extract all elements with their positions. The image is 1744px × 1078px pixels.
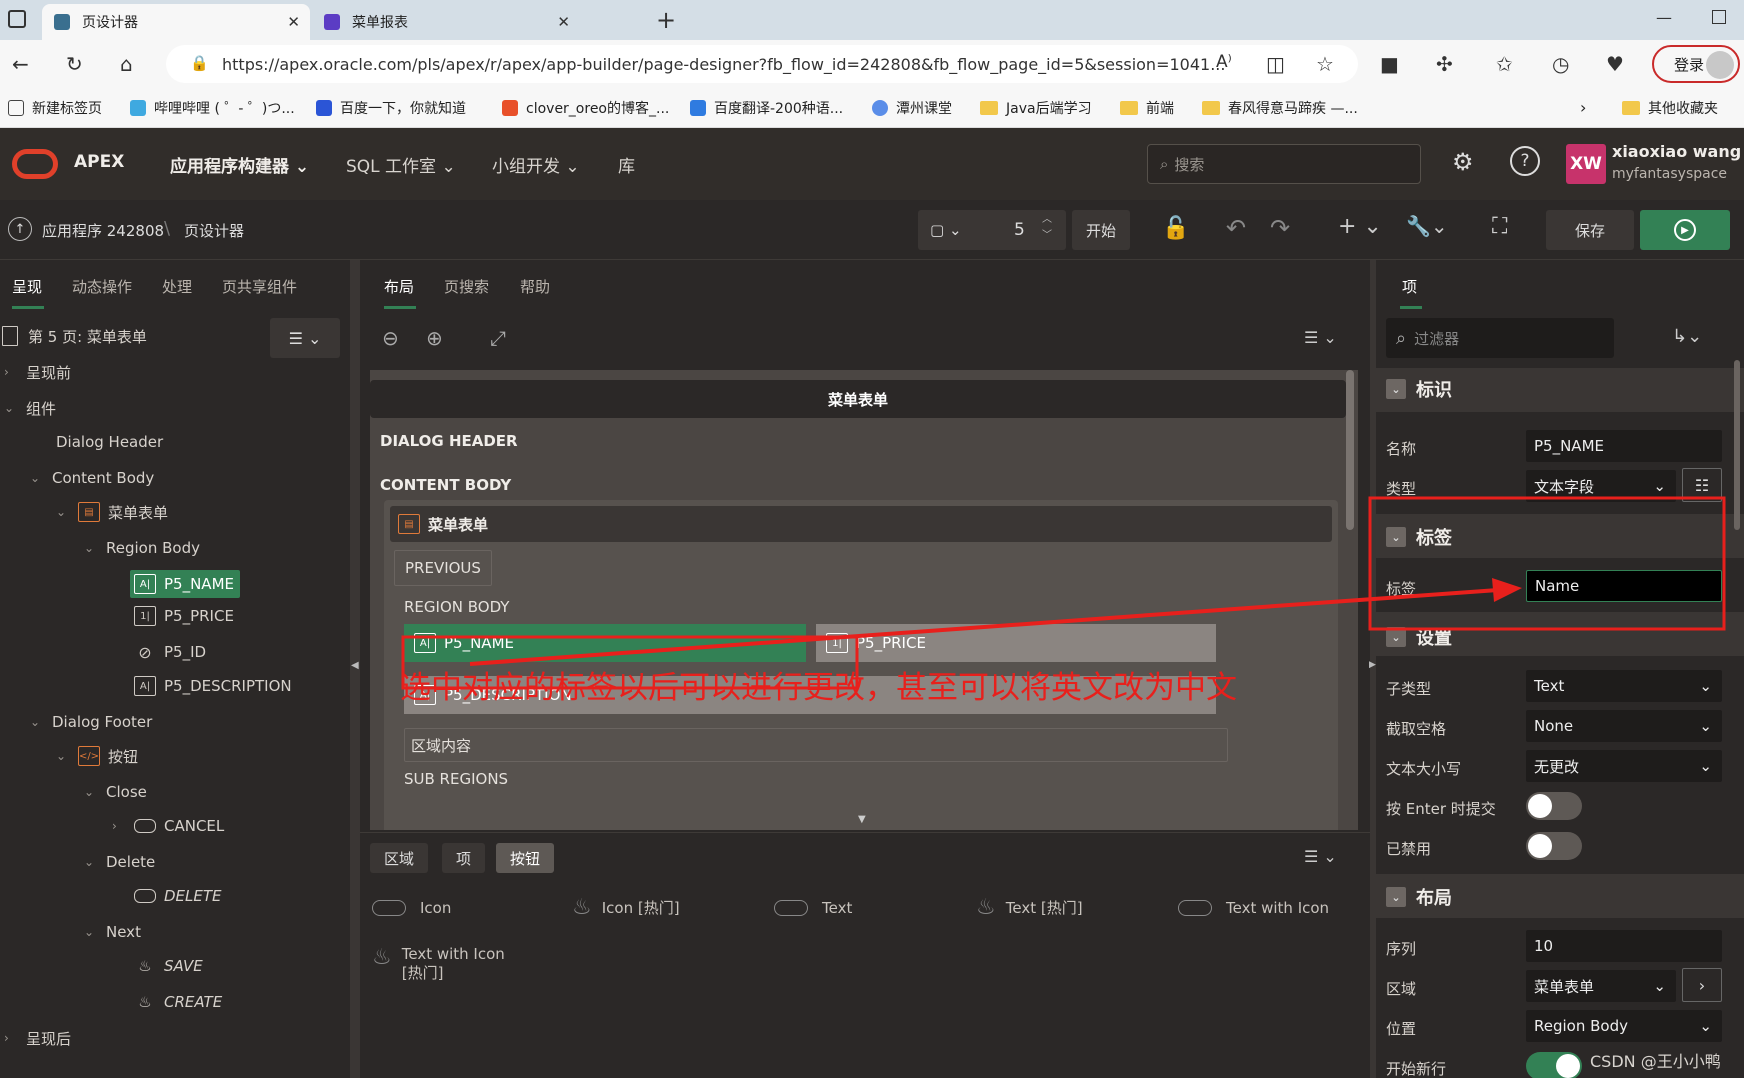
annotation-arrow-head	[1492, 578, 1522, 602]
highlight-box-label-section	[1368, 496, 1726, 631]
annotation-overlay	[401, 496, 1726, 690]
annotation-arrow-line	[469, 588, 1499, 666]
watermark: CSDN @王小小鸭	[1590, 1052, 1721, 1071]
